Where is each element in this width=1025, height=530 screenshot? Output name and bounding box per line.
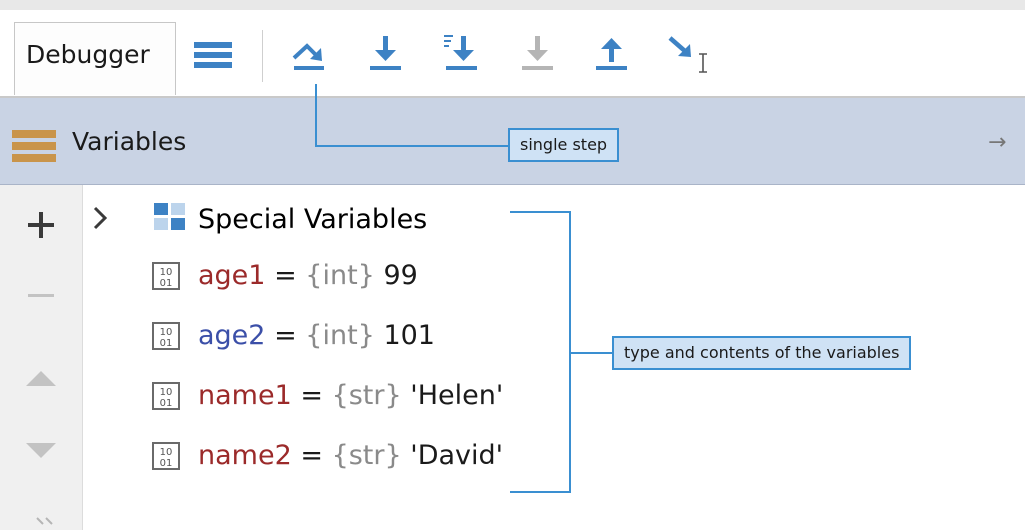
force-step-into-icon[interactable] [518,34,558,76]
svg-text:10: 10 [160,447,173,458]
variable-type-icon: 10 01 [152,382,180,410]
variables-callout: type and contents of the variables [612,336,912,370]
move-up-icon[interactable] [24,368,58,388]
debugger-tab-label: Debugger [26,40,150,69]
step-over-icon[interactable] [290,36,330,76]
variable-row[interactable]: age2 = {int} 101 [198,316,435,356]
variable-value: 'Helen' [410,380,504,411]
variable-type: {str} [331,440,402,471]
single-step-callout: single step [508,128,620,162]
equals-sign: = [274,260,297,291]
svg-text:10: 10 [160,267,173,278]
plus-icon[interactable] [26,210,56,240]
variable-row[interactable]: age1 = {int} 99 [198,256,418,296]
svg-text:10: 10 [160,387,173,398]
variable-row[interactable]: name2 = {str} 'David' [198,436,503,476]
svg-text:10: 10 [160,327,173,338]
variable-type-icon: 10 01 [152,262,180,290]
equals-sign: = [300,380,323,411]
special-variables-icon [154,203,185,230]
svg-text:01: 01 [160,278,173,289]
variable-type: {int} [305,260,375,291]
expand-chevron-icon[interactable] [90,204,112,234]
step-into-my-code-icon[interactable] [440,32,482,76]
equals-sign: = [300,440,323,471]
variable-name: age2 [198,320,266,351]
run-to-cursor-icon[interactable] [666,32,718,78]
equals-sign: = [274,320,297,351]
variable-value: 'David' [410,440,504,471]
variable-name: name1 [198,380,292,411]
variable-type-icon: 10 01 [152,322,180,350]
variable-value: 99 [383,260,418,291]
toolbar-separator [262,30,263,82]
svg-text:01: 01 [160,338,173,349]
step-into-icon[interactable] [366,34,406,76]
svg-text:01: 01 [160,458,173,469]
variables-icon [12,130,56,162]
svg-text:01: 01 [160,398,173,409]
variables-title: Variables [72,127,187,156]
minus-icon[interactable] [26,290,56,302]
move-down-icon[interactable] [24,440,58,460]
variable-type: {int} [305,320,375,351]
variable-value: 101 [383,320,435,351]
variable-name: name2 [198,440,292,471]
arrow-right-icon[interactable]: → [988,130,1006,155]
variable-type: {str} [331,380,402,411]
variable-row[interactable]: name1 = {str} 'Helen' [198,376,503,416]
more-icon[interactable] [34,515,58,529]
menu-icon[interactable] [194,40,234,70]
variable-type-icon: 10 01 [152,442,180,470]
step-out-icon[interactable] [592,34,632,76]
variable-name: age1 [198,260,266,291]
special-variables-label[interactable]: Special Variables [198,200,427,240]
